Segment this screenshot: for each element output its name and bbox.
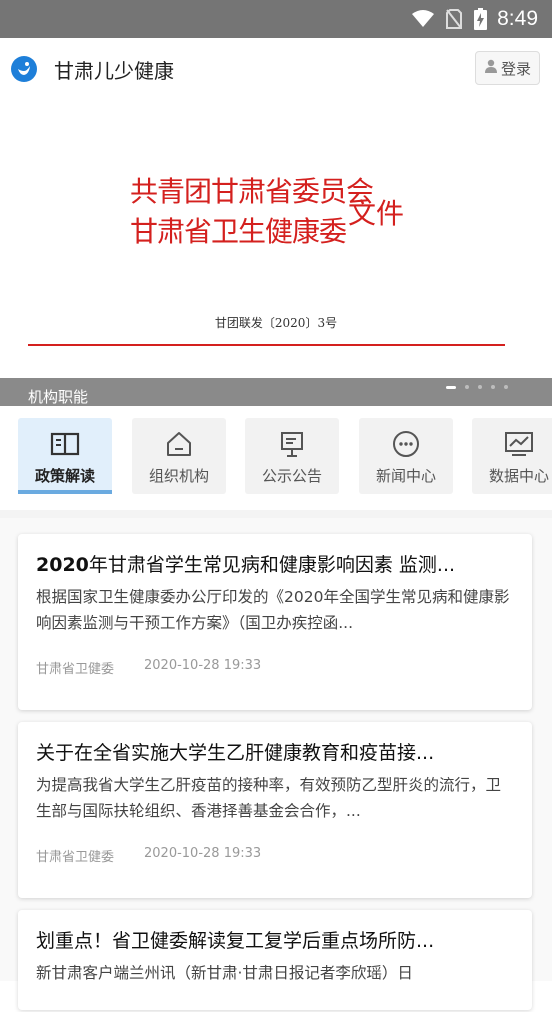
article-title: 关于在全省实施大学生乙肝健康教育和疫苗接... [36,742,435,764]
nav-label: 政策解读 [34,467,95,485]
carousel-dot[interactable] [504,385,508,389]
section-divider [0,510,552,518]
article-source: 甘肃省卫健委 [36,850,115,865]
login-label: 登录 [500,59,531,78]
banner-slide[interactable]: 共青团甘肃省委员会 甘肃省卫生健康委 文件 甘团联发〔2020〕3号 [0,100,552,378]
app-bar: 甘肃儿少健康 登录 [0,38,552,100]
chat-icon [391,430,421,458]
article-date: 2020-10-28 19:33 [144,846,262,861]
banner-doc-suffix: 文件 [348,197,405,230]
article-summary: 为提高我省大学生乙肝疫苗的接种率，有效预防乙型肝炎的流行，卫生部与国际扶轮组织、… [36,776,502,820]
banner-org-line-1: 共青团甘肃省委员会 [130,175,374,208]
person-icon [484,59,498,77]
article-summary: 新甘肃客户端兰州讯（新甘肃·甘肃日报记者李欣瑶）日 [36,964,413,982]
article-meta: 甘肃省卫健委 2020-10-28 19:33 [36,846,514,865]
app-title: 甘肃儿少健康 [54,60,174,83]
article-date: 2020-10-28 19:33 [144,658,262,673]
nav-item-news[interactable]: 新闻中心 [359,418,453,494]
article-summary: 根据国家卫生健康委办公厅印发的《2020年全国学生常见病和健康影响因素监测与干预… [36,588,510,632]
nav-label: 数据中心 [488,467,549,485]
article-title-text: 年甘肃省学生常见病和健康影响因素 监测... [88,554,456,576]
chart-icon [504,430,534,458]
status-bar: 8:49 [0,0,552,38]
banner-doc-number: 甘团联发〔2020〕3号 [214,316,338,330]
nav-label: 公示公告 [261,467,322,485]
article-card[interactable]: 关于在全省实施大学生乙肝健康教育和疫苗接... 为提高我省大学生乙肝疫苗的接种率… [18,722,532,898]
banner-caption: 机构职能 [28,388,89,406]
carousel-dot[interactable] [446,385,456,389]
article-title: 2020年甘肃省学生常见病和健康影响因素 监测... [36,552,514,578]
article-source: 甘肃省卫健委 [36,662,115,677]
carousel-dot[interactable] [491,385,495,389]
banner-doc-title: 共青团甘肃省委员会 甘肃省卫生健康委 [130,172,374,252]
status-time: 8:49 [497,7,538,30]
category-nav: 政策解读 组织机构 公示公告 新闻中心 数据中心 [0,406,552,510]
nav-active-indicator [18,490,112,494]
article-card[interactable]: 划重点！省卫健委解读复工复学后重点场所防... 新甘肃客户端兰州讯（新甘肃·甘肃… [18,910,532,1010]
wifi-icon [412,10,435,28]
login-button[interactable]: 登录 [474,51,540,85]
article-meta: 甘肃省卫健委 2020-10-28 19:33 [36,658,514,677]
banner-org-line-2: 甘肃省卫生健康委 [130,215,347,248]
nav-item-policy[interactable]: 政策解读 [18,418,112,494]
carousel-dot[interactable] [478,385,482,389]
nav-item-data[interactable]: 数据中心 [472,418,552,494]
nav-item-announcements[interactable]: 公示公告 [245,418,339,494]
carousel-dot[interactable] [465,385,469,389]
banner-caption-bar: 机构职能 [0,378,552,406]
no-sim-icon [446,9,463,29]
nav-label: 组织机构 [148,467,209,485]
battery-charging-icon [474,8,488,30]
article-title: 划重点！省卫健委解读复工复学后重点场所防... [36,930,435,952]
article-title-year: 2020 [36,554,89,576]
app-logo-icon [11,56,37,82]
nav-item-organization[interactable]: 组织机构 [132,418,226,494]
carousel-indicator [437,385,508,389]
nav-label: 新闻中心 [375,467,436,485]
home-icon [165,430,193,458]
book-icon [50,430,80,458]
article-card[interactable]: 2020年甘肃省学生常见病和健康影响因素 监测... 根据国家卫生健康委办公厅印… [18,534,532,710]
banner-red-rule [28,344,505,346]
board-icon [278,430,306,458]
